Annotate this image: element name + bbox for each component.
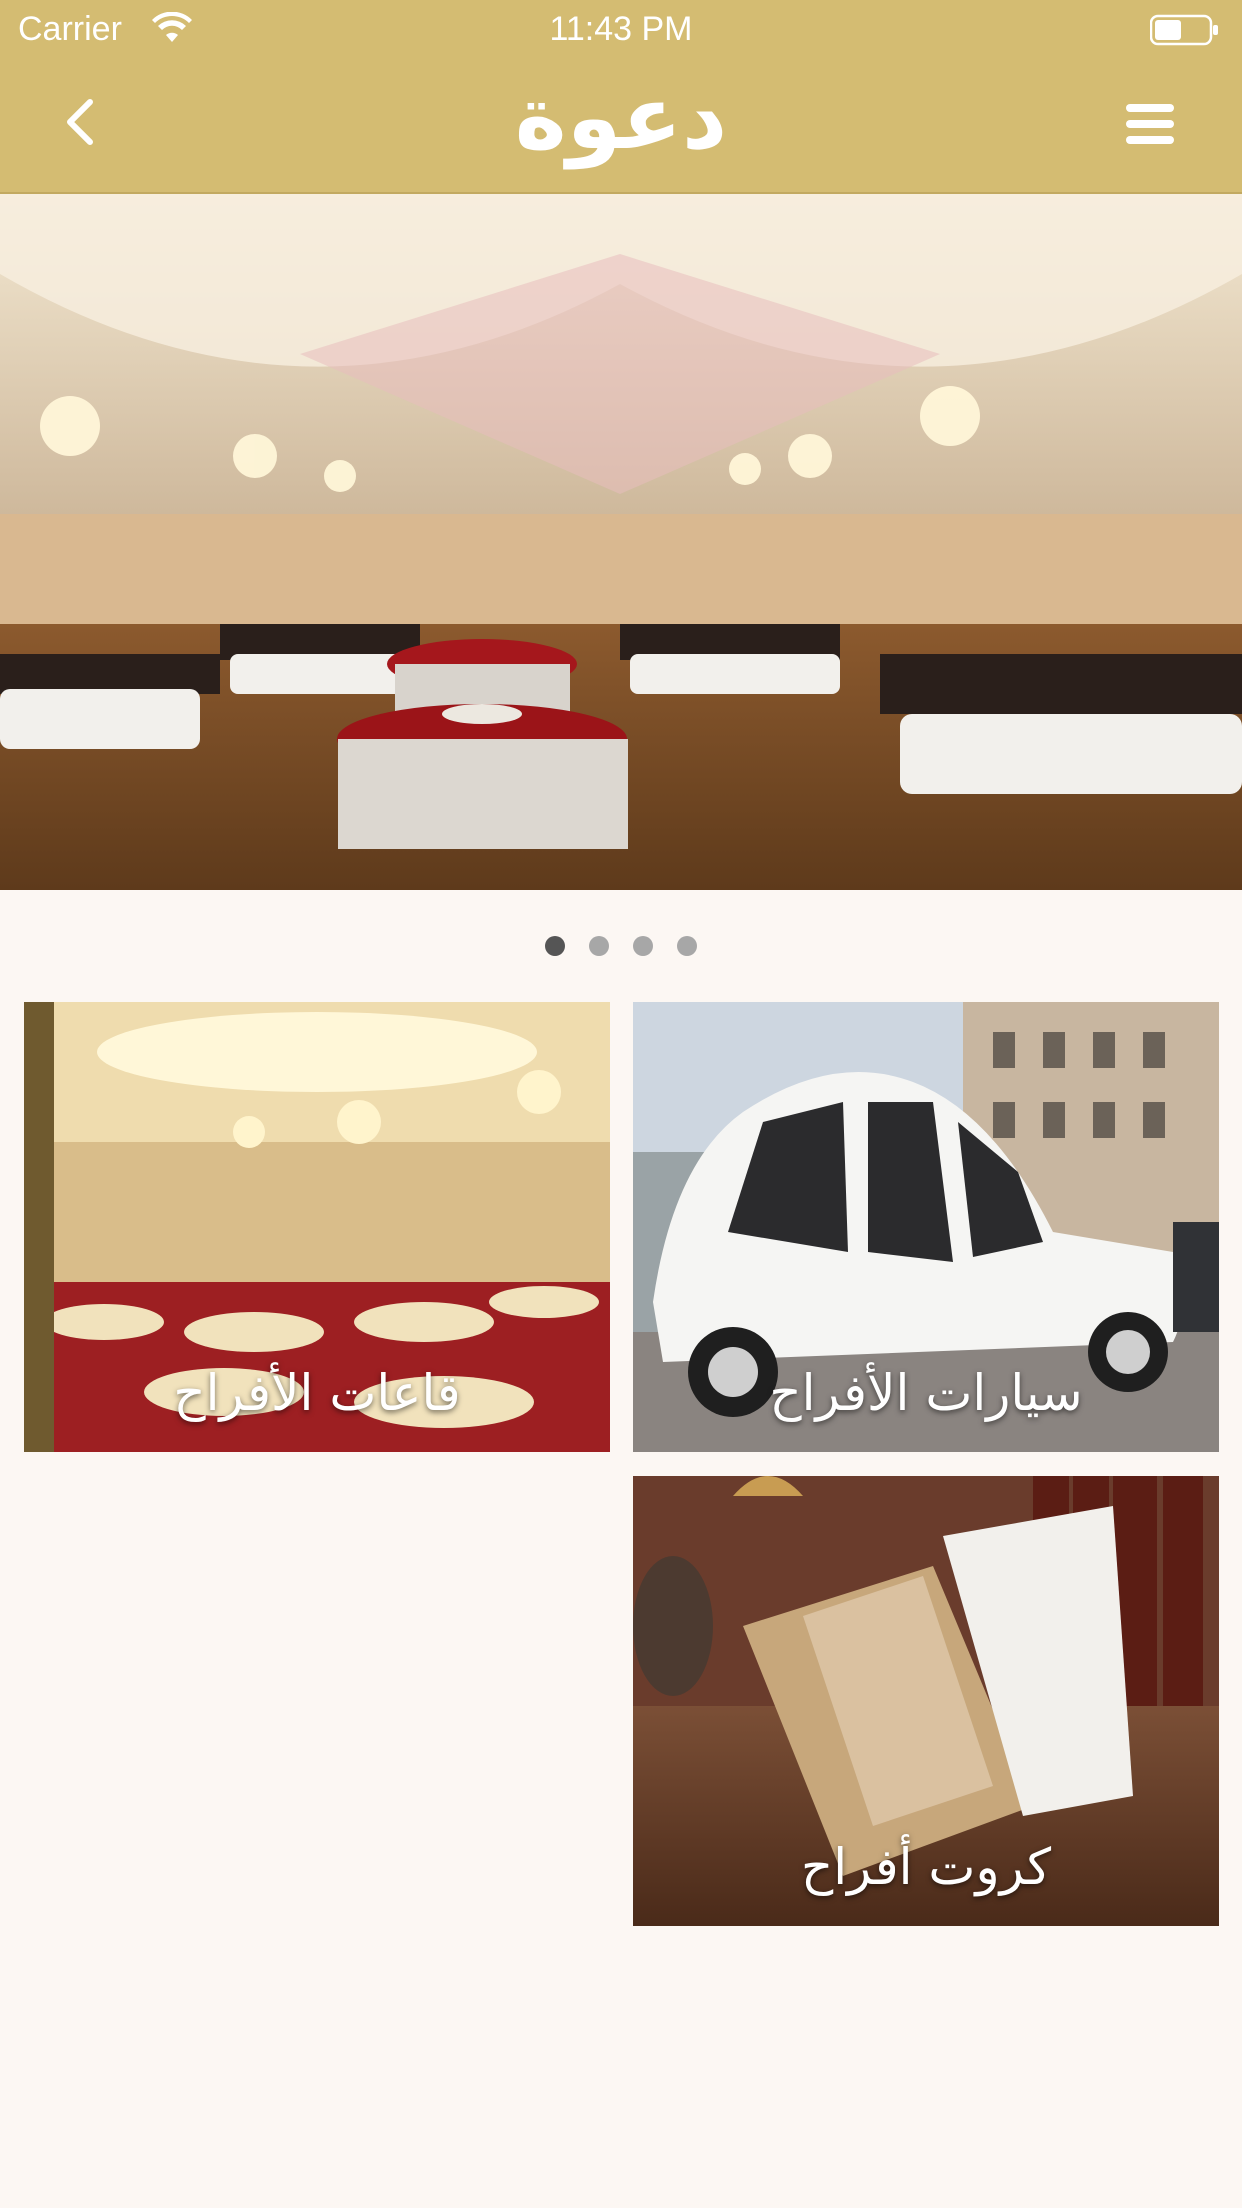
clock: 11:43 PM [549, 10, 693, 48]
hamburger-menu-icon[interactable] [1122, 100, 1178, 148]
category-tile-wedding-cars[interactable]: سيارات الأفراح [633, 1002, 1219, 1452]
status-bar: Carrier 11:43 PM [0, 0, 1242, 60]
battery-icon [1150, 14, 1218, 46]
page-dot-2[interactable] [589, 936, 609, 956]
category-label: كروت أفراح [800, 1838, 1052, 1896]
category-label: سيارات الأفراح [769, 1364, 1083, 1422]
logo-text: دعوة [515, 66, 727, 170]
category-tile-wedding-cards[interactable]: كروت أفراح [633, 1476, 1219, 1926]
ballroom-photo [0, 194, 1242, 890]
page-dot-1[interactable] [545, 936, 565, 956]
page-dot-3[interactable] [633, 936, 653, 956]
category-tile-wedding-halls[interactable]: قاعات الأفراح [24, 1002, 610, 1452]
chevron-left-icon[interactable] [52, 92, 112, 152]
category-label: قاعات الأفراح [173, 1364, 461, 1422]
app-logo: دعوة [515, 66, 727, 170]
nav-bar: دعوة [0, 60, 1242, 194]
page-dot-4[interactable] [677, 936, 697, 956]
carousel-page-indicator[interactable] [0, 936, 1242, 956]
carousel-image[interactable] [0, 194, 1242, 890]
